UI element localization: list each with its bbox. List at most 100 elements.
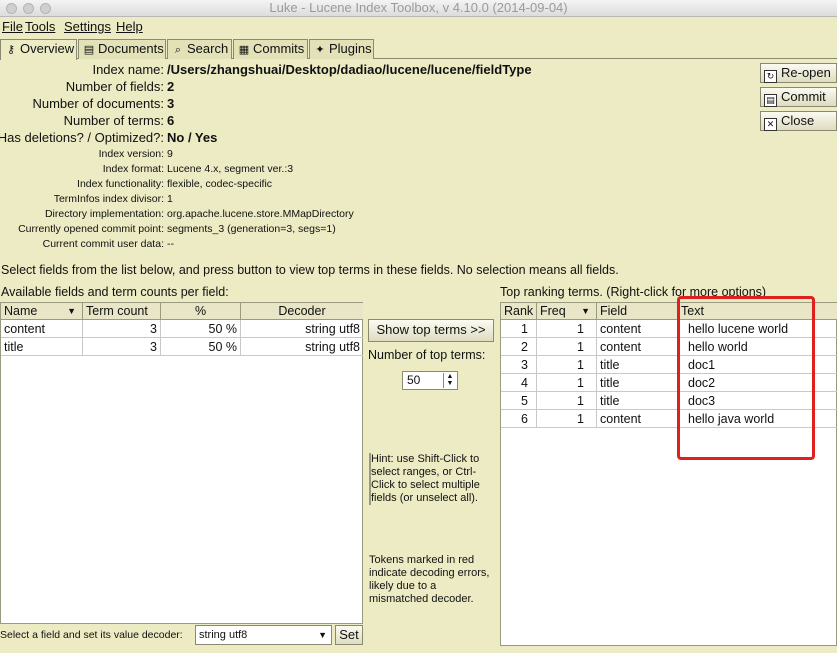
instructions-text: Select fields from the list below, and p… <box>1 263 619 277</box>
col-term-count-header[interactable]: Term count <box>83 303 161 320</box>
top-term-text-cell[interactable]: hello world <box>678 338 837 356</box>
decoder-select[interactable]: string utf8 ▼ <box>195 625 332 645</box>
top-term-text-cell[interactable]: doc2 <box>678 374 837 392</box>
terminfos-label: TermInfos index divisor: <box>53 193 164 205</box>
field-row-name[interactable]: content <box>1 320 83 338</box>
overview-icon: ⚷ <box>6 44 16 56</box>
tab-overview[interactable]: ⚷ Overview <box>0 39 77 60</box>
num-docs-label: Number of documents: <box>32 96 164 111</box>
col-decoder-header[interactable]: Decoder <box>241 303 363 320</box>
tab-commits-label: Commits <box>253 41 305 56</box>
deletions-value: No / Yes <box>167 130 218 145</box>
top-terms-title: Top ranking terms. (Right-click for more… <box>500 285 767 299</box>
spinner-arrows-icon[interactable]: ▲ ▼ <box>443 373 456 388</box>
tab-bar: ⚷ Overview ▤ Documents ⌕ Search ▦ Commits ✦ P… <box>0 38 837 60</box>
window-title-bar: Luke - Lucene Index Toolbox, v 4.10.0 (2… <box>0 0 837 17</box>
close-window-button[interactable] <box>6 3 17 14</box>
commit-point-label: Currently opened commit point: <box>18 223 164 235</box>
top-term-rank-cell[interactable]: 4 <box>501 374 537 392</box>
num-terms-value: 6 <box>167 113 175 128</box>
fields-table[interactable]: Name ▼ Term count % Decoder content 3 50… <box>0 302 363 624</box>
show-top-terms-button[interactable]: Show top terms >> <box>368 319 494 342</box>
index-format-value: Lucene 4.x, segment ver.:3 <box>167 163 294 175</box>
field-row-name[interactable]: title <box>1 338 83 356</box>
set-decoder-button[interactable]: Set <box>335 625 363 645</box>
commit-user-value: -- <box>167 238 174 250</box>
index-functionality-value: flexible, codec-specific <box>167 178 273 190</box>
top-term-freq-cell[interactable]: 1 <box>537 374 597 392</box>
top-terms-table[interactable]: Rank Freq ▼ Field Text 1 1 content hello lu… <box>500 302 837 646</box>
top-term-field-cell[interactable]: content <box>597 410 678 428</box>
col-name-label: Name <box>4 304 38 318</box>
top-term-field-cell[interactable]: content <box>597 338 678 356</box>
col-freq-header[interactable]: Freq ▼ <box>537 303 597 320</box>
index-name-label: Index name: <box>92 62 164 77</box>
minimize-window-button[interactable] <box>23 3 34 14</box>
top-term-freq-cell[interactable]: 1 <box>537 410 597 428</box>
menu-help[interactable]: Help <box>116 19 143 34</box>
col-rank-label: Rank <box>504 304 534 318</box>
close-index-button[interactable]: ✕ Close <box>760 111 837 131</box>
top-term-rank-cell[interactable]: 2 <box>501 338 537 356</box>
tab-search[interactable]: ⌕ Search <box>167 39 232 59</box>
menu-file-label: File <box>2 19 23 34</box>
top-term-text-cell[interactable]: hello java world <box>678 410 837 428</box>
tab-documents[interactable]: ▤ Documents <box>78 39 166 59</box>
col-rank-header[interactable]: Rank <box>501 303 537 320</box>
top-term-text-cell[interactable]: doc1 <box>678 356 837 374</box>
field-row-count[interactable]: 3 <box>83 338 161 356</box>
menu-help-label: Help <box>116 19 143 34</box>
tab-plugins[interactable]: ✦ Plugins <box>309 39 374 59</box>
col-percent-header[interactable]: % <box>161 303 241 320</box>
index-version-value: 9 <box>167 148 173 160</box>
commit-user-label: Current commit user data: <box>42 238 164 250</box>
field-row-percent[interactable]: 50 % <box>161 320 241 338</box>
top-term-freq-cell[interactable]: 1 <box>537 338 597 356</box>
tab-commits[interactable]: ▦ Commits <box>233 39 308 59</box>
reopen-button[interactable]: ↻ Re-open <box>760 63 837 83</box>
num-top-terms-spinner[interactable]: 50 ▲ ▼ <box>402 371 458 390</box>
top-term-rank-cell[interactable]: 6 <box>501 410 537 428</box>
hint-text: Hint: use Shift-Click to select ranges, … <box>369 453 497 505</box>
top-term-rank-cell[interactable]: 5 <box>501 392 537 410</box>
field-row-decoder[interactable]: string utf8 <box>241 338 363 356</box>
top-term-field-cell[interactable]: title <box>597 392 678 410</box>
menu-settings[interactable]: Settings <box>64 19 111 34</box>
field-row-count[interactable]: 3 <box>83 320 161 338</box>
top-term-field-cell[interactable]: title <box>597 374 678 392</box>
tab-search-label: Search <box>187 41 229 56</box>
index-functionality-label: Index functionality: <box>77 178 164 190</box>
top-term-rank-cell[interactable]: 3 <box>501 356 537 374</box>
commit-point-value: segments_3 (generation=3, segs=1) <box>167 223 336 235</box>
sort-down-icon: ▼ <box>67 306 76 316</box>
col-name-header[interactable]: Name ▼ <box>1 303 83 320</box>
field-row-decoder[interactable]: string utf8 <box>241 320 363 338</box>
index-version-label: Index version: <box>98 148 164 160</box>
decoder-select-value: string utf8 <box>199 629 248 641</box>
zoom-window-button[interactable] <box>40 3 51 14</box>
top-term-freq-cell[interactable]: 1 <box>537 320 597 338</box>
search-icon: ⌕ <box>174 44 182 56</box>
index-name-value: /Users/zhangshuai/Desktop/dadiao/lucene/… <box>167 62 532 77</box>
menu-file[interactable]: File <box>2 19 23 34</box>
top-term-field-cell[interactable]: content <box>597 320 678 338</box>
top-term-field-cell[interactable]: title <box>597 356 678 374</box>
top-term-freq-cell[interactable]: 1 <box>537 392 597 410</box>
top-term-freq-cell[interactable]: 1 <box>537 356 597 374</box>
commit-button[interactable]: ▤ Commit <box>760 87 837 107</box>
top-term-text-cell[interactable]: doc3 <box>678 392 837 410</box>
sort-down-icon: ▼ <box>581 306 590 316</box>
col-field-header[interactable]: Field <box>597 303 678 320</box>
deletions-label: Has deletions? / Optimized?: <box>0 130 164 145</box>
commit-icon: ▤ <box>764 94 777 107</box>
top-term-text-cell[interactable]: hello lucene world <box>678 320 837 338</box>
close-icon: ✕ <box>764 118 777 131</box>
field-row-percent[interactable]: 50 % <box>161 338 241 356</box>
dir-impl-label: Directory implementation: <box>44 208 164 220</box>
documents-icon: ▤ <box>83 44 95 56</box>
tokens-hint-text: Tokens marked in red indicate decoding e… <box>369 554 490 605</box>
col-text-header[interactable]: Text <box>678 303 837 320</box>
num-fields-value: 2 <box>167 79 175 94</box>
top-term-rank-cell[interactable]: 1 <box>501 320 537 338</box>
menu-tools[interactable]: Tools <box>25 19 55 34</box>
